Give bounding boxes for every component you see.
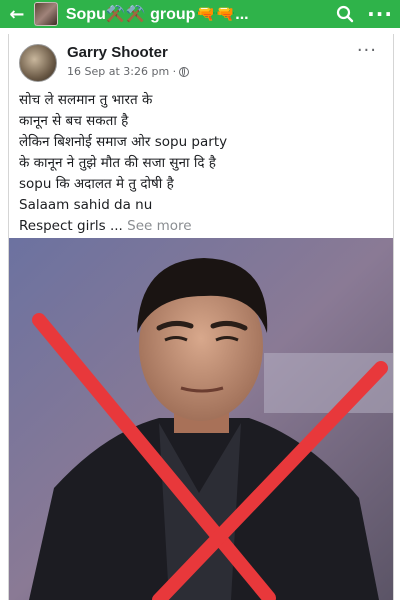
post-text-line: कानून से बच सकता है bbox=[19, 113, 129, 129]
post-meta: 16 Sep at 3:26 pm · bbox=[67, 65, 190, 78]
group-title[interactable]: Sopu⚒️⚒️ group🔫🔫... bbox=[66, 4, 330, 24]
post-text-line: Salaam sahid da nu bbox=[19, 197, 153, 213]
search-button[interactable] bbox=[330, 5, 360, 23]
arrow-left-icon: ← bbox=[9, 3, 25, 25]
avatar[interactable] bbox=[19, 44, 57, 82]
post-text-line: के कानून ने तुझे मौत की सजा सुना दि है bbox=[19, 155, 216, 171]
author-name[interactable]: Garry Shooter bbox=[67, 44, 168, 61]
post-text: सोच ले सलमान तु भारत के कानून से बच सकता… bbox=[19, 90, 383, 237]
post-text-line: सोच ले सलमान तु भारत के bbox=[19, 92, 153, 108]
post-text-line: लेकिन बिशनोई समाज ओर sopu party bbox=[19, 134, 228, 150]
group-header-bar: ← Sopu⚒️⚒️ group🔫🔫... ··· bbox=[0, 0, 400, 28]
search-icon bbox=[337, 5, 354, 23]
globe-icon bbox=[179, 66, 190, 77]
post-header: Garry Shooter 16 Sep at 3:26 pm · ··· bbox=[19, 40, 383, 82]
see-more-link[interactable]: See more bbox=[127, 218, 191, 234]
post-timestamp[interactable]: 16 Sep at 3:26 pm · bbox=[67, 65, 176, 78]
post-card: Garry Shooter 16 Sep at 3:26 pm · ··· सो… bbox=[8, 34, 394, 600]
post-text-line-last: Respect girls ... See more bbox=[19, 216, 383, 237]
group-thumbnail[interactable] bbox=[33, 2, 58, 26]
post-text-truncated: Respect girls ... bbox=[19, 218, 123, 234]
back-button[interactable]: ← bbox=[0, 4, 34, 25]
post-text-line: sopu कि अदालत मे तु दोषी है bbox=[19, 176, 174, 192]
post-options-button[interactable]: ··· bbox=[357, 40, 377, 61]
post-photo[interactable] bbox=[9, 238, 393, 600]
more-options-button[interactable]: ··· bbox=[360, 4, 400, 24]
